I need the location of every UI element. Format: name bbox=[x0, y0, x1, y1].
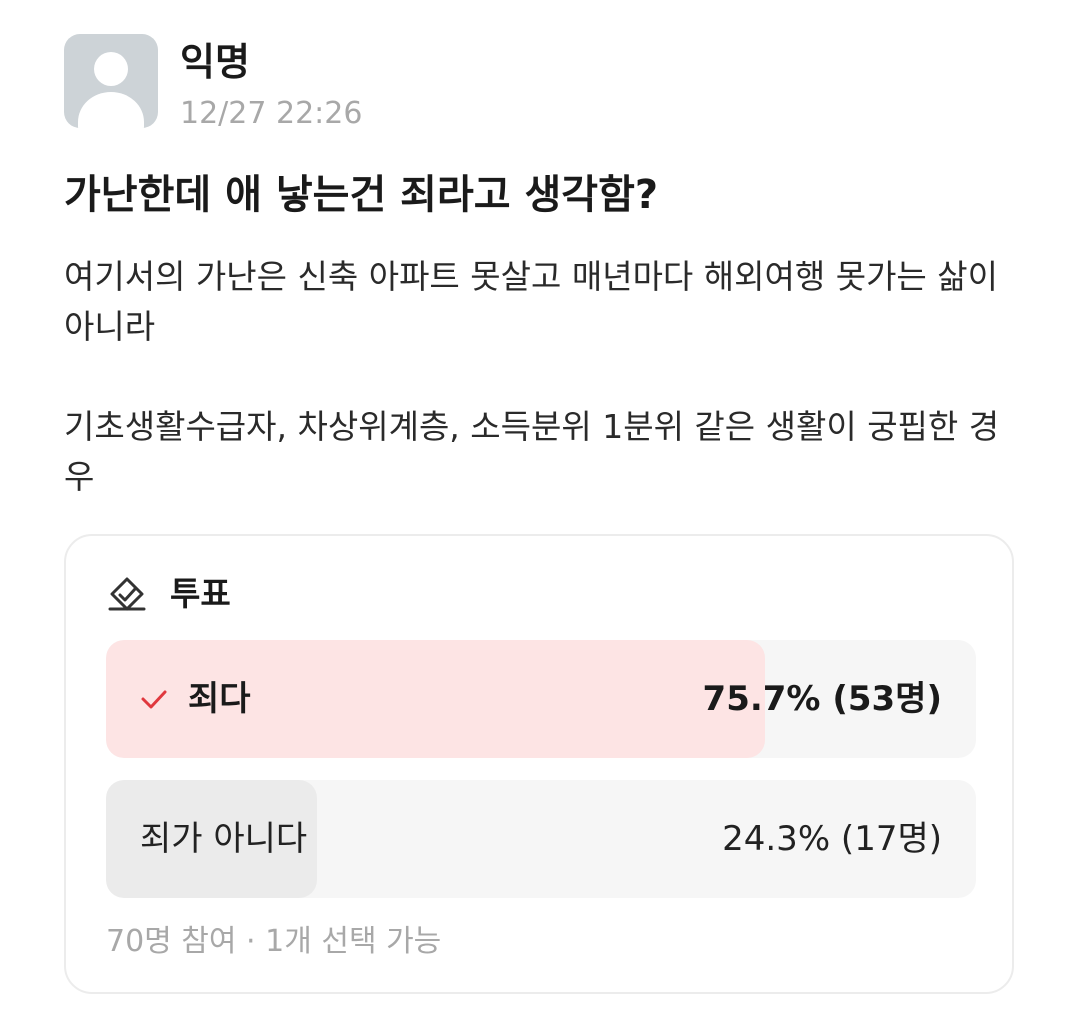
poll-option-2-label: 죄가 아니다 bbox=[140, 819, 308, 859]
avatar-head-shape bbox=[94, 52, 128, 86]
avatar-shoulders-shape bbox=[78, 92, 144, 128]
poll-header: 투표 bbox=[106, 572, 231, 616]
author-block: 익명 12/27 22:26 bbox=[180, 34, 362, 134]
poll-label: 투표 bbox=[170, 574, 231, 613]
poll-option-1-left: 죄다 bbox=[140, 677, 251, 721]
poll-option-2-left: 죄가 아니다 bbox=[140, 817, 307, 861]
post-header: 익명 12/27 22:26 bbox=[64, 34, 362, 134]
poll-option-2[interactable]: 죄가 아니다 24.3% (17명) bbox=[106, 780, 976, 898]
poll-option-1-result: 75.7% (53명) bbox=[702, 679, 942, 719]
poll-option-1-label: 죄다 bbox=[188, 679, 251, 719]
post-body-paragraph: 여기서의 가난은 신축 아파트 못살고 매년마다 해외여행 못가는 삶이 아니라 bbox=[64, 257, 998, 346]
checkmark-icon bbox=[141, 690, 167, 709]
poll-option-2-result: 24.3% (17명) bbox=[722, 819, 942, 859]
author-name[interactable]: 익명 bbox=[180, 38, 362, 86]
avatar[interactable] bbox=[64, 34, 158, 128]
post-body-paragraph: 기초생활수급자, 차상위계층, 소득분위 1분위 같은 생활이 궁핍한 경우 bbox=[64, 407, 1000, 496]
post-title: 가난한데 애 낳는건 죄라고 생각함? bbox=[64, 172, 659, 218]
poll-option-2-row: 죄가 아니다 24.3% (17명) bbox=[140, 780, 942, 898]
post-body: 여기서의 가난은 신축 아파트 못살고 매년마다 해외여행 못가는 삶이 아니라… bbox=[64, 252, 1024, 502]
poll-option-1[interactable]: 죄다 75.7% (53명) bbox=[106, 640, 976, 758]
post-timestamp: 12/27 22:26 bbox=[180, 96, 363, 131]
poll-card: 투표 죄다 75.7% (53명) 죄가 아니다 24.3% (17명) 70명… bbox=[64, 534, 1014, 994]
ballot-box-icon bbox=[108, 577, 146, 611]
poll-option-1-row: 죄다 75.7% (53명) bbox=[140, 640, 942, 758]
poll-footer: 70명 참여 · 1개 선택 가능 bbox=[106, 924, 442, 959]
